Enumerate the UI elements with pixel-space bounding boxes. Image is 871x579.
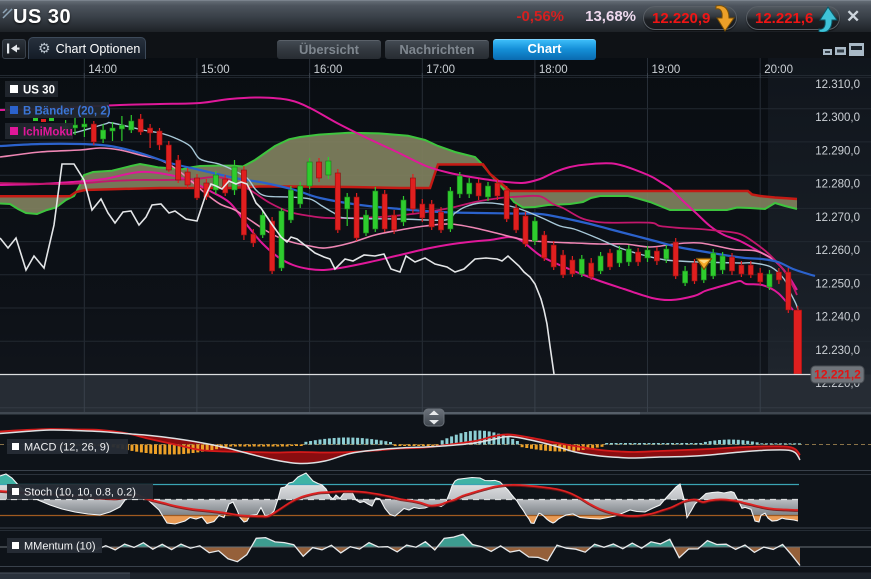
svg-text:20:00: 20:00 [764, 64, 793, 76]
svg-text:Stoch (10, 10, 0.8, 0.2): Stoch (10, 10, 0.8, 0.2) [24, 487, 136, 499]
svg-text:16:00: 16:00 [314, 64, 343, 76]
svg-text:12.221,2: 12.221,2 [814, 368, 861, 382]
svg-text:US 30: US 30 [23, 85, 55, 97]
svg-text:12.250,0: 12.250,0 [815, 278, 860, 290]
svg-text:12.310,0: 12.310,0 [815, 79, 860, 91]
svg-text:12.270,0: 12.270,0 [815, 212, 860, 224]
svg-text:15:00: 15:00 [201, 64, 230, 76]
svg-text:12.260,0: 12.260,0 [815, 245, 860, 257]
svg-text:12.240,0: 12.240,0 [815, 312, 860, 324]
svg-text:19:00: 19:00 [652, 64, 681, 76]
svg-text:17:00: 17:00 [426, 64, 455, 76]
svg-text:12.300,0: 12.300,0 [815, 112, 860, 124]
svg-text:MMentum (10): MMentum (10) [24, 541, 96, 553]
svg-text:12.290,0: 12.290,0 [815, 145, 860, 157]
svg-text:18:00: 18:00 [539, 64, 568, 76]
svg-text:12.280,0: 12.280,0 [815, 179, 860, 191]
svg-text:MACD (12, 26, 9): MACD (12, 26, 9) [24, 442, 110, 454]
svg-text:12.230,0: 12.230,0 [815, 345, 860, 357]
svg-text:B Bänder (20, 2): B Bänder (20, 2) [23, 106, 111, 118]
svg-text:14:00: 14:00 [88, 64, 117, 76]
svg-text:IchiMoku: IchiMoku [23, 127, 73, 139]
